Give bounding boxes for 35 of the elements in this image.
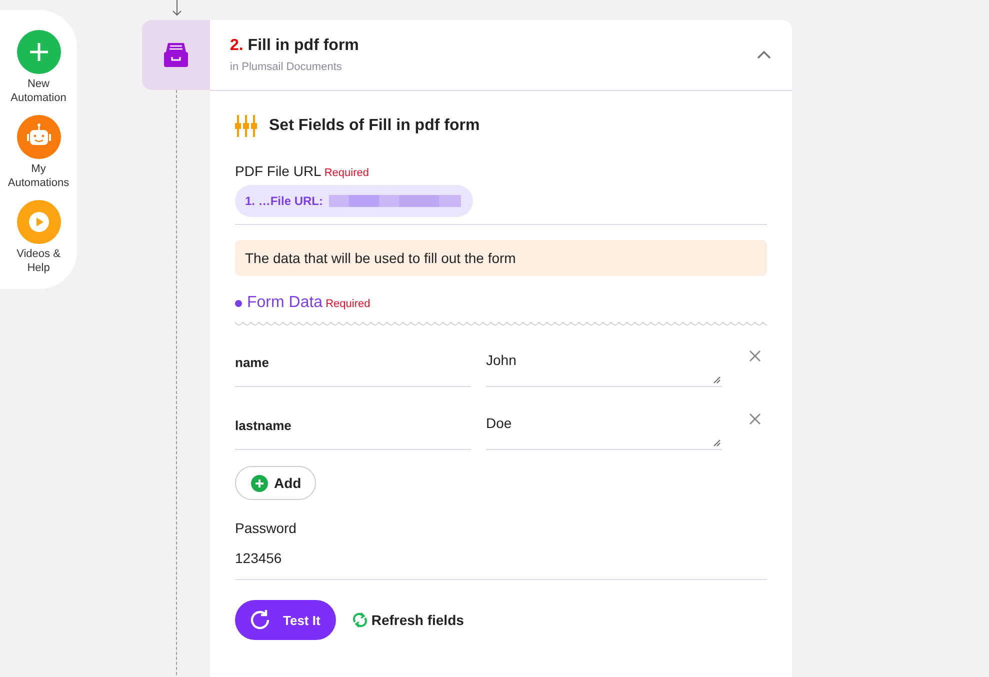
key-field[interactable]: lastname [235, 413, 471, 450]
sidebar-label[interactable]: Videos & Help [8, 247, 70, 275]
field-label: PDF File URL [235, 163, 322, 179]
key-field[interactable]: name [235, 350, 471, 387]
refresh-icon [249, 609, 271, 631]
password-field[interactable]: 123456 [235, 536, 767, 580]
step-subtitle: in Plumsail Documents [230, 61, 343, 73]
required-label: Required [326, 298, 370, 310]
close-icon[interactable] [749, 350, 761, 362]
resize-grip-icon[interactable] [713, 439, 721, 447]
info-message: The data that will be used to fill out the form [235, 240, 767, 276]
sidebar-label[interactable]: New Automation [8, 77, 70, 105]
form-data-label: Form Data [235, 294, 323, 312]
add-button[interactable]: Add [235, 466, 316, 500]
refresh-link[interactable]: Refresh fields [352, 611, 464, 629]
sidebar-label[interactable]: My Automations [8, 162, 70, 190]
play-icon[interactable] [16, 200, 60, 244]
sliders-icon [235, 115, 257, 137]
drawer-icon [161, 40, 191, 70]
step-title: 2. Fill in pdf form [230, 37, 359, 55]
section-title: Set Fields of Fill in pdf form [269, 117, 480, 135]
required-label: Required [324, 167, 369, 179]
arrow-down-icon [172, 0, 182, 17]
url-token[interactable]: 1. …File URL: [235, 185, 474, 217]
field-label: Password [235, 520, 298, 536]
refresh-icon [352, 611, 368, 629]
value-field[interactable]: John [486, 345, 722, 387]
value-field[interactable]: Doe [486, 408, 722, 450]
close-icon[interactable] [749, 413, 761, 425]
robot-icon[interactable] [16, 115, 60, 159]
plus-icon [251, 474, 268, 492]
test-button[interactable]: Test It [235, 600, 336, 640]
caret-icon[interactable] [756, 50, 772, 60]
resize-grip-icon[interactable] [713, 376, 721, 384]
plus-icon[interactable] [16, 30, 60, 74]
